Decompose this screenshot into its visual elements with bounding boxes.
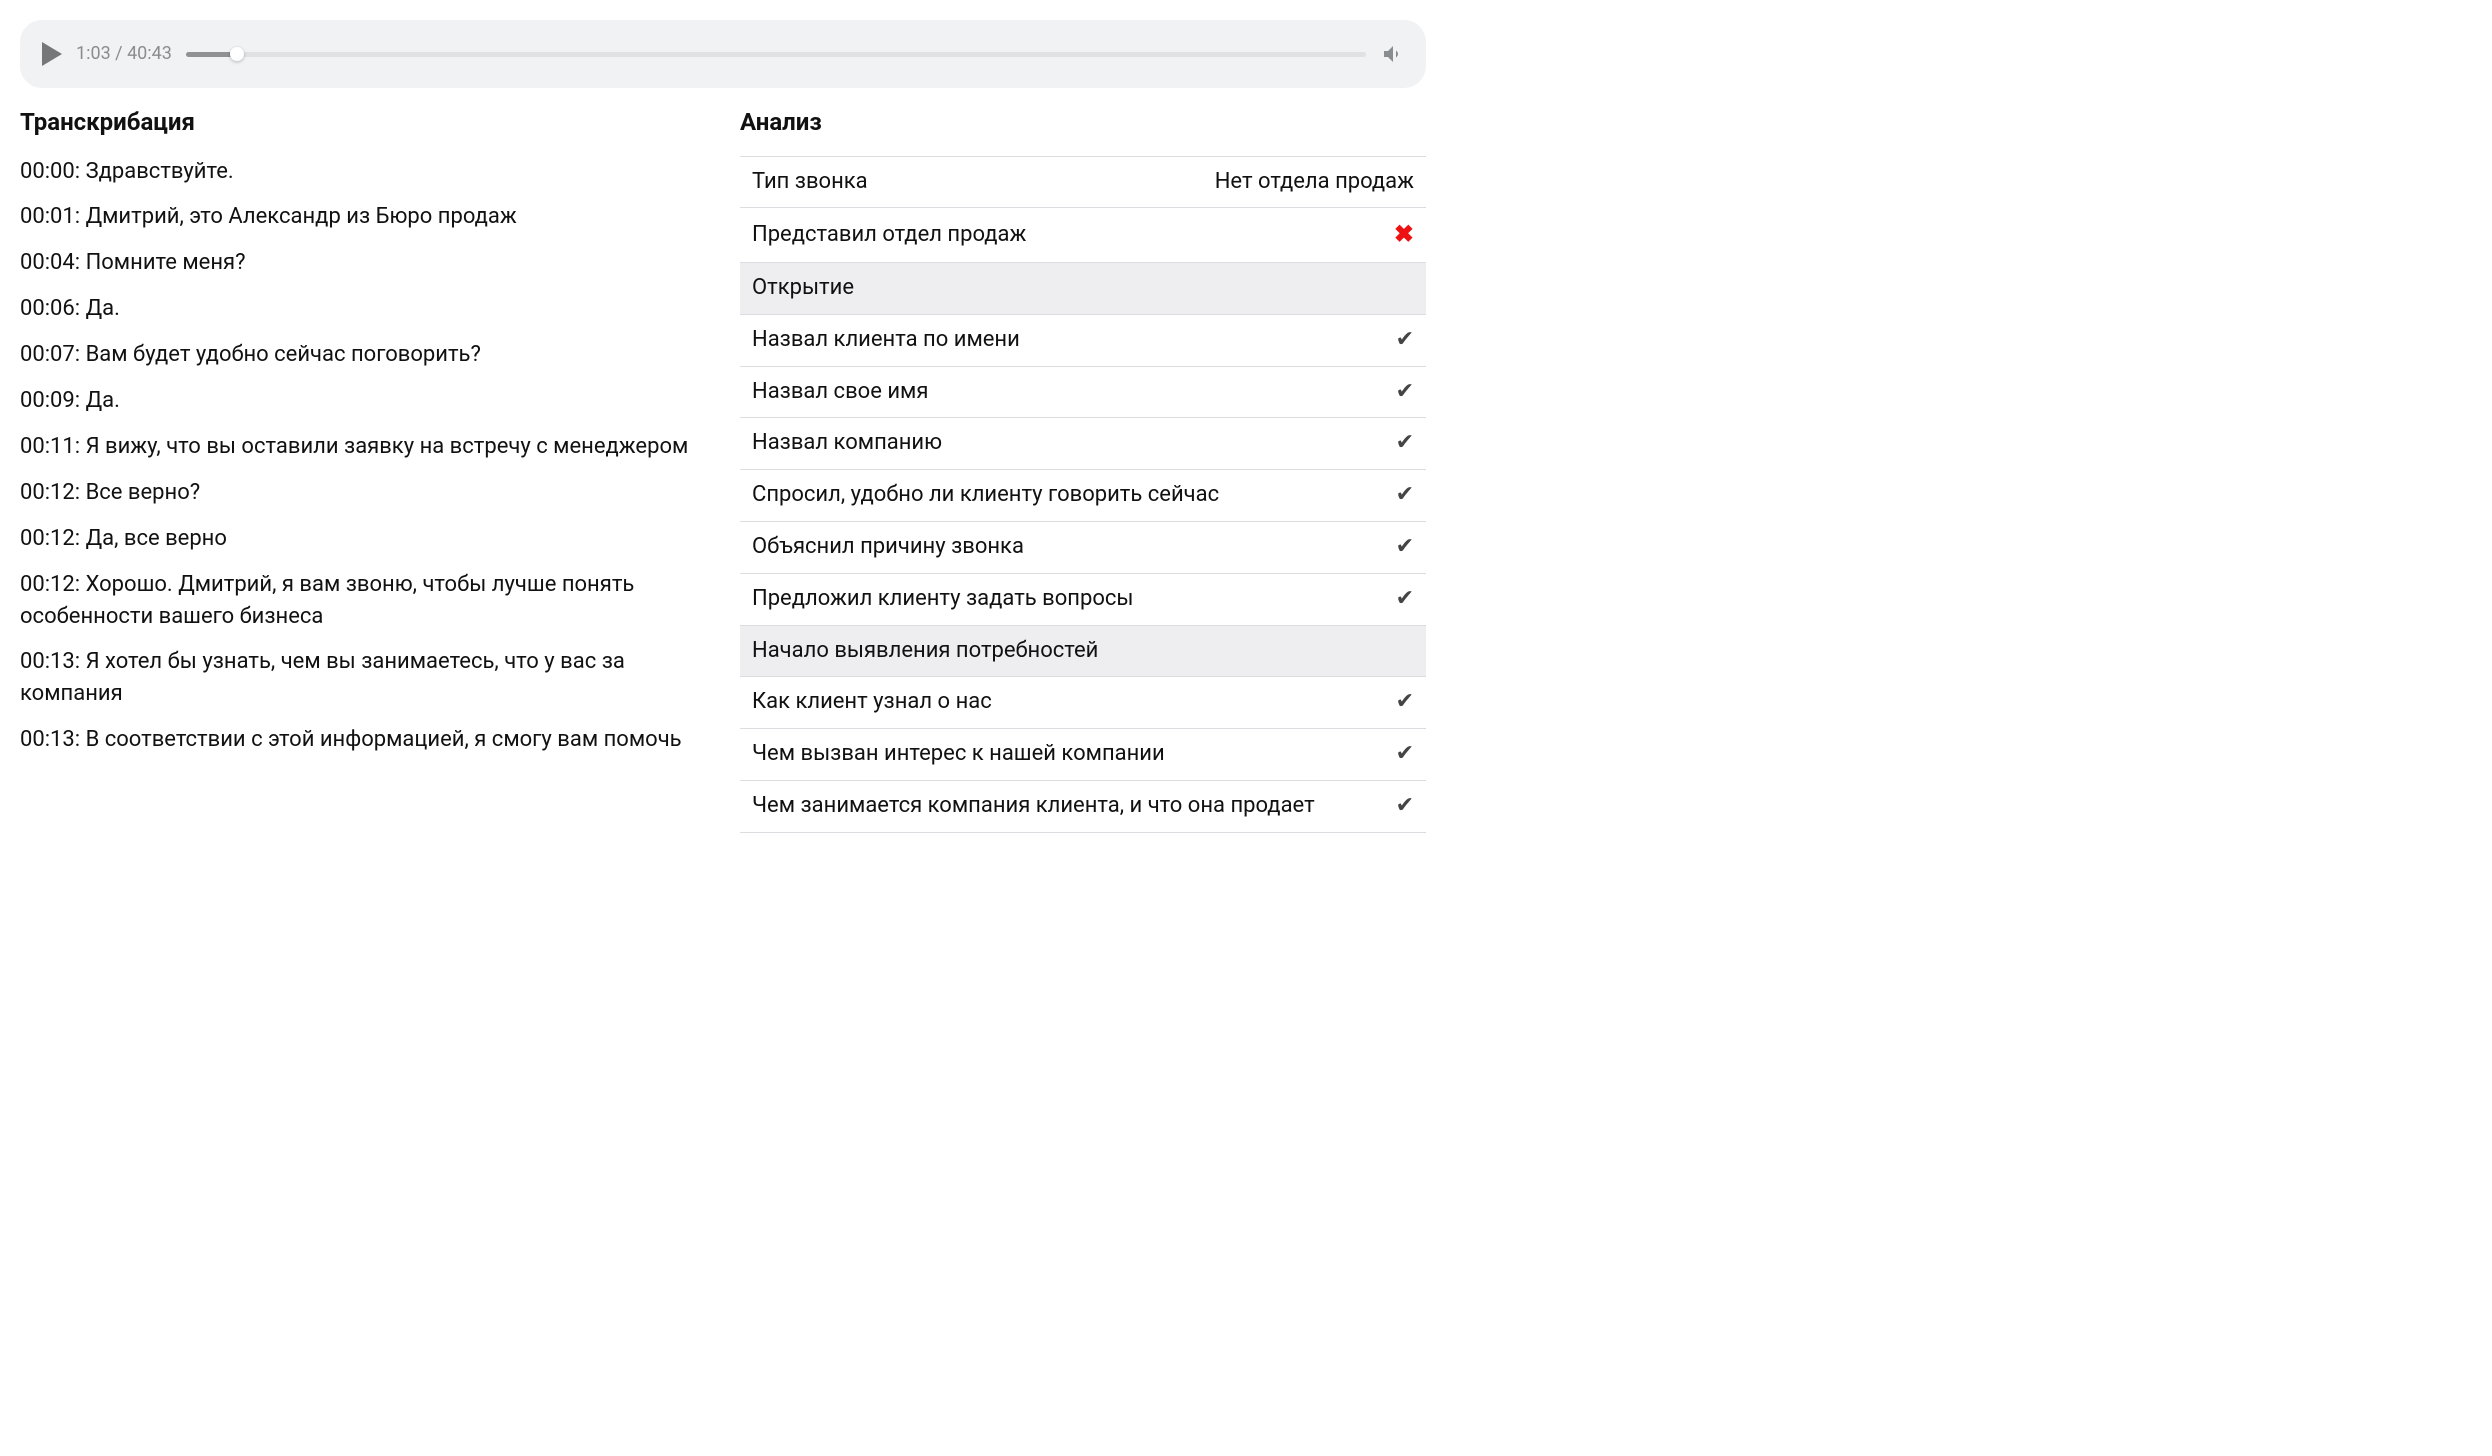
transcript-body: 00:00: Здравствуйте. 00:01: Дмитрий, это …	[20, 156, 700, 756]
analysis-row: Как клиент узнал о нас✔	[740, 677, 1426, 729]
audio-time: 1:03 / 40:43	[76, 41, 172, 66]
analysis-row: Назвал свое имя✔	[740, 367, 1426, 419]
transcript-line: 00:13: В соответствии с этой информацией…	[20, 724, 700, 756]
analysis-section-header: Открытие	[740, 263, 1426, 315]
content-columns: Транскрибация 00:00: Здравствуйте. 00:01:…	[0, 106, 1446, 853]
analysis-row-label: Как клиент узнал о нас	[752, 687, 1396, 718]
analysis-row: Тип звонкаНет отдела продаж	[740, 156, 1426, 209]
transcript-line: 00:12: Да, все верно	[20, 523, 700, 555]
analysis-row-label: Назвал свое имя	[752, 377, 1396, 408]
transcript-line: 00:00: Здравствуйте.	[20, 156, 700, 188]
analysis-row-label: Назвал клиента по имени	[752, 325, 1396, 356]
volume-icon[interactable]	[1380, 42, 1404, 66]
audio-track-bg	[186, 52, 1366, 57]
analysis-row: Чем занимается компания клиента, и что о…	[740, 781, 1426, 833]
analysis-row-label: Чем занимается компания клиента, и что о…	[752, 791, 1396, 822]
check-icon: ✔	[1396, 480, 1414, 511]
check-icon: ✔	[1396, 687, 1414, 718]
analysis-body: Тип звонкаНет отдела продажПредставил от…	[740, 156, 1426, 833]
check-icon: ✔	[1396, 428, 1414, 459]
transcript-line: 00:12: Хорошо. Дмитрий, я вам звоню, что…	[20, 569, 700, 633]
analysis-row-label: Спросил, удобно ли клиенту говорить сейч…	[752, 480, 1396, 511]
analysis-row-label: Начало выявления потребностей	[752, 636, 1414, 667]
check-icon: ✔	[1396, 584, 1414, 615]
analysis-row: Назвал клиента по имени✔	[740, 315, 1426, 367]
analysis-row: Чем вызван интерес к нашей компании✔	[740, 729, 1426, 781]
transcript-line: 00:04: Помните меня?	[20, 247, 700, 279]
page: 1:03 / 40:43 Транскрибация 00:00: Здравс…	[0, 20, 1446, 853]
play-icon[interactable]	[42, 42, 62, 66]
transcript-line: 00:13: Я хотел бы узнать, чем вы занимае…	[20, 646, 700, 710]
transcript-column: Транскрибация 00:00: Здравствуйте. 00:01:…	[20, 106, 700, 833]
transcript-line: 00:06: Да.	[20, 293, 700, 325]
analysis-row-label: Чем вызван интерес к нашей компании	[752, 739, 1396, 770]
check-icon: ✔	[1396, 739, 1414, 770]
analysis-column: Анализ Тип звонкаНет отдела продажПредст…	[740, 106, 1426, 833]
transcript-line: 00:09: Да.	[20, 385, 700, 417]
analysis-row-label: Объяснил причину звонка	[752, 532, 1396, 563]
audio-player: 1:03 / 40:43	[20, 20, 1426, 88]
analysis-row-label: Предложил клиенту задать вопросы	[752, 584, 1396, 615]
check-icon: ✔	[1396, 325, 1414, 356]
analysis-row-label: Представил отдел продаж	[752, 220, 1394, 251]
transcript-title: Транскрибация	[20, 106, 700, 140]
transcript-line: 00:01: Дмитрий, это Александр из Бюро пр…	[20, 201, 700, 233]
analysis-row-label: Назвал компанию	[752, 428, 1396, 459]
cross-icon: ✖	[1394, 218, 1414, 252]
transcript-line: 00:07: Вам будет удобно сейчас поговорит…	[20, 339, 700, 371]
check-icon: ✔	[1396, 377, 1414, 408]
analysis-row: Назвал компанию✔	[740, 418, 1426, 470]
audio-progress-track[interactable]	[186, 51, 1366, 57]
analysis-row: Спросил, удобно ли клиенту говорить сейч…	[740, 470, 1426, 522]
check-icon: ✔	[1396, 791, 1414, 822]
analysis-title: Анализ	[740, 106, 1426, 140]
analysis-section-header: Начало выявления потребностей	[740, 626, 1426, 678]
audio-track-fill	[186, 52, 234, 57]
analysis-row-label: Тип звонка	[752, 167, 1215, 198]
check-icon: ✔	[1396, 532, 1414, 563]
transcript-line: 00:11: Я вижу, что вы оставили заявку на…	[20, 431, 700, 463]
analysis-row: Представил отдел продаж✖	[740, 208, 1426, 263]
transcript-line: 00:12: Все верно?	[20, 477, 700, 509]
analysis-row: Объяснил причину звонка✔	[740, 522, 1426, 574]
audio-thumb[interactable]	[230, 47, 244, 61]
analysis-row-value: Нет отдела продаж	[1215, 167, 1414, 198]
analysis-row: Предложил клиенту задать вопросы✔	[740, 574, 1426, 626]
analysis-row-label: Открытие	[752, 273, 1414, 304]
